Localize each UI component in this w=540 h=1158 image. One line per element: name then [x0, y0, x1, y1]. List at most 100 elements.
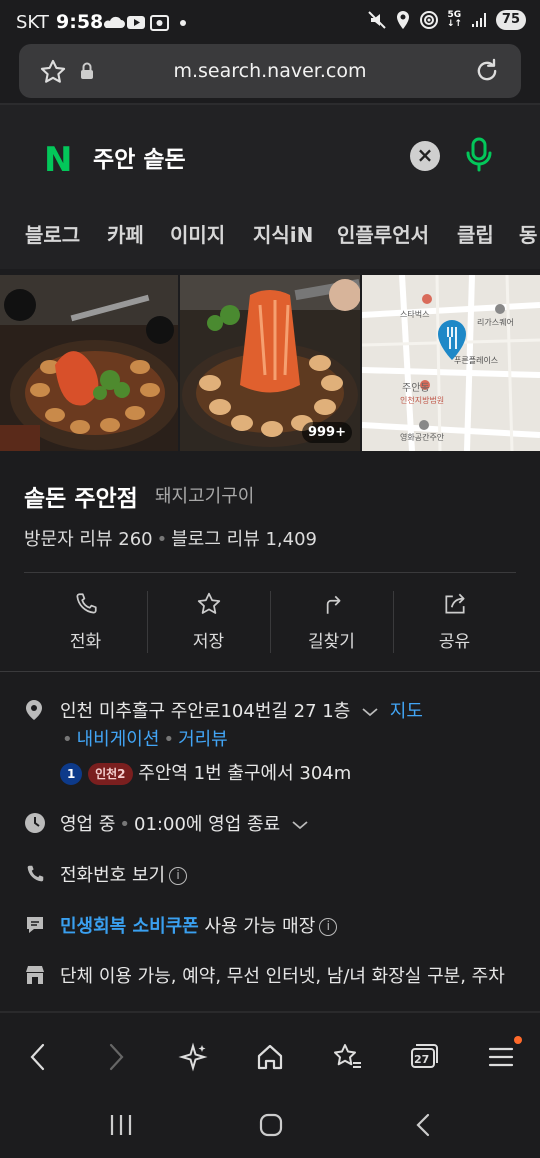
- signal-icon: [471, 13, 486, 27]
- clock-icon: [25, 813, 45, 833]
- url-text[interactable]: m.search.naver.com: [19, 60, 521, 82]
- svg-text:주안동: 주안동: [402, 382, 430, 394]
- divider: [24, 572, 516, 573]
- status-bar: SKT 9:58 5G ↓↑ 75: [0, 0, 540, 44]
- phone-view-text[interactable]: 전화번호 보기: [60, 865, 165, 886]
- hours-detail: 01:00에 영업 종료: [134, 814, 281, 835]
- hotspot-icon: [419, 11, 438, 29]
- system-nav-bar: [0, 1094, 540, 1158]
- phone-section[interactable]: 전화번호 보기 i: [24, 861, 524, 889]
- amenities-text: 단체 이용 가능, 예약, 무선 인터넷, 남/녀 화장실 구분, 주차: [60, 966, 505, 987]
- amenities-section: 단체 이용 가능, 예약, 무선 인터넷, 남/녀 화장실 구분, 주차: [24, 962, 524, 990]
- chevron-down-icon[interactable]: [290, 819, 310, 831]
- station-info: 1 인천2 주안역 1번 출구에서 304m: [60, 759, 351, 785]
- tab-video[interactable]: 동: [519, 219, 537, 248]
- tab-influencer[interactable]: 인플루언서: [337, 219, 429, 248]
- svg-text:스타벅스: 스타벅스: [400, 309, 429, 319]
- svg-text:영화공간주안: 영화공간주안: [400, 432, 445, 442]
- recent-apps-icon[interactable]: [108, 1112, 134, 1138]
- hours-section[interactable]: 영업 중 • 01:00에 영업 종료: [24, 810, 524, 838]
- svg-text:리가스퀘어: 리가스퀘어: [477, 317, 514, 327]
- back-button-icon[interactable]: [410, 1112, 436, 1138]
- hours-status: 영업 중: [60, 814, 116, 835]
- naver-logo[interactable]: N: [44, 140, 72, 180]
- location-icon: [396, 11, 409, 29]
- divider: [0, 671, 540, 672]
- home-button-icon[interactable]: [258, 1112, 284, 1138]
- info-icon[interactable]: i: [319, 918, 338, 936]
- store-icon: [26, 966, 44, 984]
- carrier-label: SKT: [16, 12, 49, 33]
- review-summary: 방문자 리뷰 260 • 블로그 리뷰 1,409: [24, 529, 318, 550]
- tab-count: 27: [414, 1053, 430, 1066]
- directions-button[interactable]: 길찾기: [270, 591, 393, 653]
- tab-kin[interactable]: 지식iN: [253, 219, 313, 248]
- svg-text:푸른플레이스: 푸른플레이스: [454, 355, 498, 365]
- nav-links: • 내비게이션 • 거리뷰: [62, 729, 228, 750]
- tab-images[interactable]: 이미지: [170, 219, 225, 248]
- address-line: 인천 미추홀구 주안로104번길 27 1층 지도: [60, 697, 423, 723]
- visitor-review-link[interactable]: 방문자 리뷰 260: [24, 529, 153, 550]
- save-button[interactable]: 저장: [147, 591, 270, 653]
- phone-icon: [75, 593, 97, 614]
- location-map[interactable]: 스타벅스 리가스퀘어 주안동 인천지방법원 영화공간주안 푸른플레이스: [362, 275, 540, 451]
- tab-blog[interactable]: 블로그: [25, 219, 80, 248]
- place-card: 솥돈 주안점 돼지고기구이 방문자 리뷰 260 • 블로그 리뷰 1,409 전화…: [0, 451, 540, 1026]
- blog-review-link[interactable]: 블로그 리뷰 1,409: [171, 529, 317, 550]
- forward-icon[interactable]: [104, 1042, 128, 1072]
- back-icon[interactable]: [26, 1042, 50, 1072]
- navigation-link[interactable]: 내비게이션: [77, 729, 160, 750]
- tab-cafe[interactable]: 카페: [107, 219, 144, 248]
- youtube-icon: [127, 16, 145, 29]
- share-label: 공유: [438, 632, 471, 652]
- reload-icon[interactable]: [473, 57, 501, 85]
- tab-clip[interactable]: 클립: [457, 219, 494, 248]
- menu-icon[interactable]: [488, 1042, 514, 1072]
- browser-toolbar: 27: [0, 1022, 540, 1094]
- place-name[interactable]: 솥돈 주안점: [24, 479, 138, 513]
- call-label: 전화: [69, 632, 102, 652]
- direction-icon: [326, 595, 340, 614]
- share-icon: [444, 593, 465, 614]
- home-icon[interactable]: [255, 1042, 285, 1072]
- cloud-icon: [103, 16, 125, 28]
- subway-line-1-badge: 1: [60, 763, 83, 785]
- coupon-text: 사용 가능 매장: [204, 916, 316, 937]
- clear-search-button[interactable]: ×: [410, 141, 440, 171]
- address-text[interactable]: 인천 미추홀구 주안로104번길 27 1층: [60, 701, 350, 722]
- phone-icon: [27, 865, 44, 882]
- coupon-highlight: 민생회복 소비쿠폰: [60, 916, 199, 937]
- bookmarks-icon[interactable]: [331, 1042, 363, 1072]
- subway-line-incheon2-badge: 인천2: [88, 763, 133, 785]
- clock: 9:58: [56, 11, 104, 33]
- image-gallery: 999+ 스타벅스 리가스퀘어 주안동 인천지방법원 영화공간주안 푸른플레이스: [0, 275, 540, 451]
- coupon-section: 민생회복 소비쿠폰 사용 가능 매장 i: [24, 912, 524, 940]
- sparkle-icon[interactable]: [178, 1042, 208, 1072]
- dot-icon: [180, 20, 186, 26]
- food-photo[interactable]: 999+: [180, 275, 360, 451]
- screenshot-icon: [150, 15, 169, 31]
- star-icon: [197, 592, 220, 614]
- status-system-icons: 5G ↓↑ 75: [367, 10, 526, 30]
- mic-icon[interactable]: [463, 137, 495, 173]
- call-button[interactable]: 전화: [24, 591, 147, 653]
- food-photo[interactable]: [0, 275, 178, 451]
- divider: [0, 1011, 540, 1013]
- map-link[interactable]: 지도: [390, 701, 423, 722]
- search-input[interactable]: 주안 솥돈: [93, 140, 186, 174]
- address-bar[interactable]: m.search.naver.com: [19, 44, 521, 98]
- action-row: 전화 저장 길찾기 공유: [24, 591, 516, 653]
- address-section: 인천 미추홀구 주안로104번길 27 1층 지도 • 내비게이션 • 거리뷰 1 인…: [24, 697, 524, 787]
- directions-label: 길찾기: [308, 632, 355, 652]
- photo-count-badge: 999+: [301, 422, 352, 443]
- network-type: 5G ↓↑: [446, 10, 462, 29]
- search-bar: N 주안 솥돈 ×: [0, 105, 540, 205]
- save-label: 저장: [192, 632, 225, 652]
- streetview-link[interactable]: 거리뷰: [178, 729, 228, 750]
- map-pin-icon: [26, 700, 42, 720]
- share-button[interactable]: 공유: [393, 591, 516, 653]
- status-notification-icons: [103, 13, 193, 37]
- chevron-down-icon[interactable]: [360, 706, 380, 718]
- svg-text:인천지방법원: 인천지방법원: [400, 395, 444, 405]
- info-icon[interactable]: i: [169, 867, 188, 885]
